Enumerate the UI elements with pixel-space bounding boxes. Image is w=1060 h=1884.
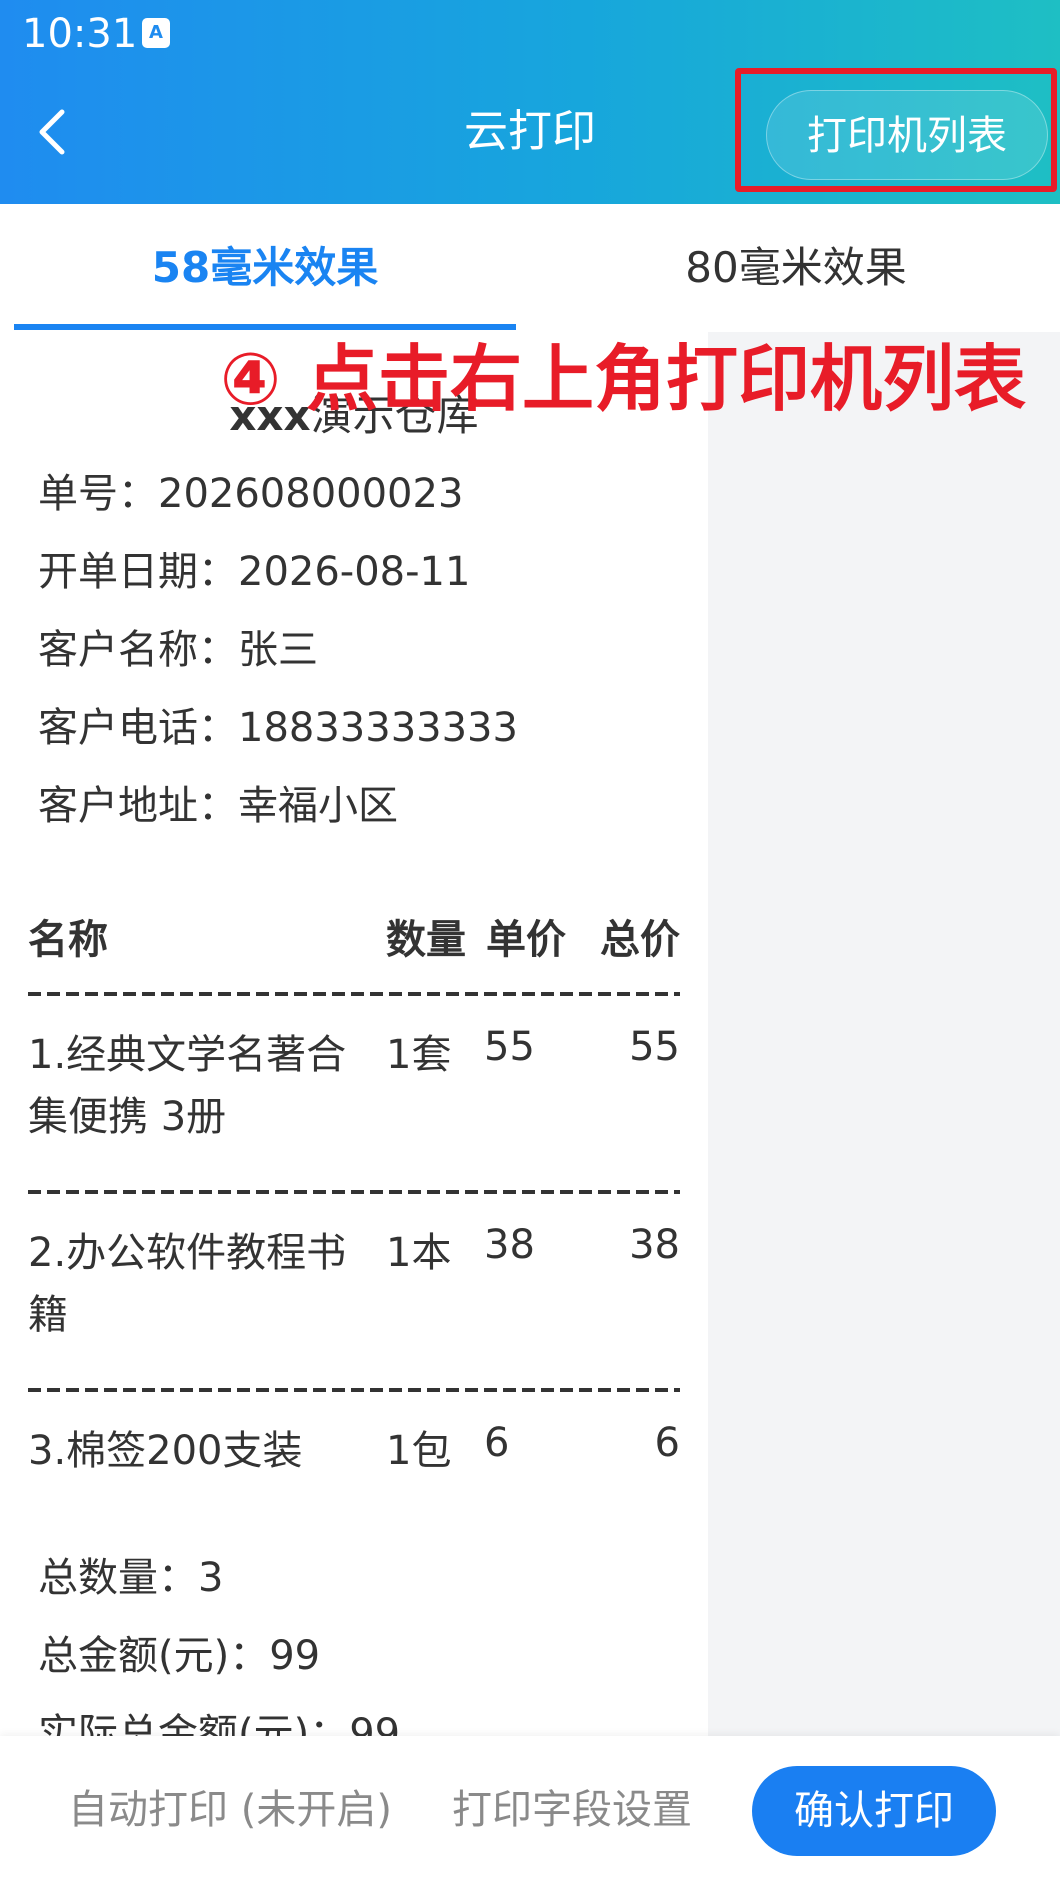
item-price: 55 <box>484 1024 535 1070</box>
column-header-name: 名称 <box>28 917 108 963</box>
column-header-price: 单价 <box>486 917 566 963</box>
column-header-total: 总价 <box>600 917 680 963</box>
total-quantity: 总数量：3 <box>38 1555 224 1601</box>
item-price: 6 <box>484 1420 510 1466</box>
tab-80mm[interactable]: 80毫米效果 <box>536 204 1056 332</box>
tutorial-annotation: ④ 点击右上角打印机列表 <box>220 337 1027 421</box>
actual-total-amount: 实际总金额(元)：99 <box>38 1711 401 1736</box>
item-name: 1.经典文学名著合集便携 3册 <box>28 1032 347 1140</box>
highlight-box <box>735 68 1057 192</box>
item-qty: 1包 <box>386 1428 452 1474</box>
bottom-action-bar: 自动打印 (未开启) 打印字段设置 确认打印 <box>0 1736 1060 1884</box>
customer-phone: 客户电话：18833333333 <box>38 705 518 751</box>
divider <box>28 1190 680 1194</box>
tab-bar: 58毫米效果 80毫米效果 <box>0 204 1060 332</box>
preview-background <box>708 332 1060 1736</box>
receipt-preview: xxx演示仓库 单号：202608000023 开单日期：2026-08-11 … <box>0 332 708 1736</box>
chevron-left-icon <box>39 109 65 155</box>
item-qty: 1套 <box>386 1032 452 1078</box>
status-time: 10:31 <box>22 11 138 57</box>
item-total: 6 <box>654 1420 680 1466</box>
divider <box>28 992 680 996</box>
auto-print-toggle[interactable]: 自动打印 (未开启) <box>68 1782 392 1838</box>
item-name: 2.办公软件教程书籍 <box>28 1230 347 1338</box>
customer-name: 客户名称：张三 <box>38 627 318 673</box>
page-title: 云打印 <box>464 106 596 157</box>
divider <box>28 1388 680 1392</box>
item-qty: 1本 <box>386 1230 452 1276</box>
status-app-icon: A <box>142 18 170 48</box>
item-price: 38 <box>484 1222 535 1268</box>
tab-58mm[interactable]: 58毫米效果 <box>14 204 516 332</box>
confirm-print-button[interactable]: 确认打印 <box>752 1766 996 1856</box>
total-amount: 总金额(元)：99 <box>38 1633 321 1679</box>
item-total: 55 <box>629 1024 680 1070</box>
column-header-qty: 数量 <box>386 917 466 963</box>
active-tab-indicator <box>14 324 516 330</box>
item-name: 3.棉签200支装 <box>28 1428 303 1474</box>
item-total: 38 <box>629 1222 680 1268</box>
customer-address: 客户地址：幸福小区 <box>38 783 398 829</box>
print-field-settings-button[interactable]: 打印字段设置 <box>452 1782 692 1838</box>
back-button[interactable] <box>28 102 82 162</box>
order-number: 单号：202608000023 <box>38 471 464 517</box>
order-date: 开单日期：2026-08-11 <box>38 549 471 595</box>
